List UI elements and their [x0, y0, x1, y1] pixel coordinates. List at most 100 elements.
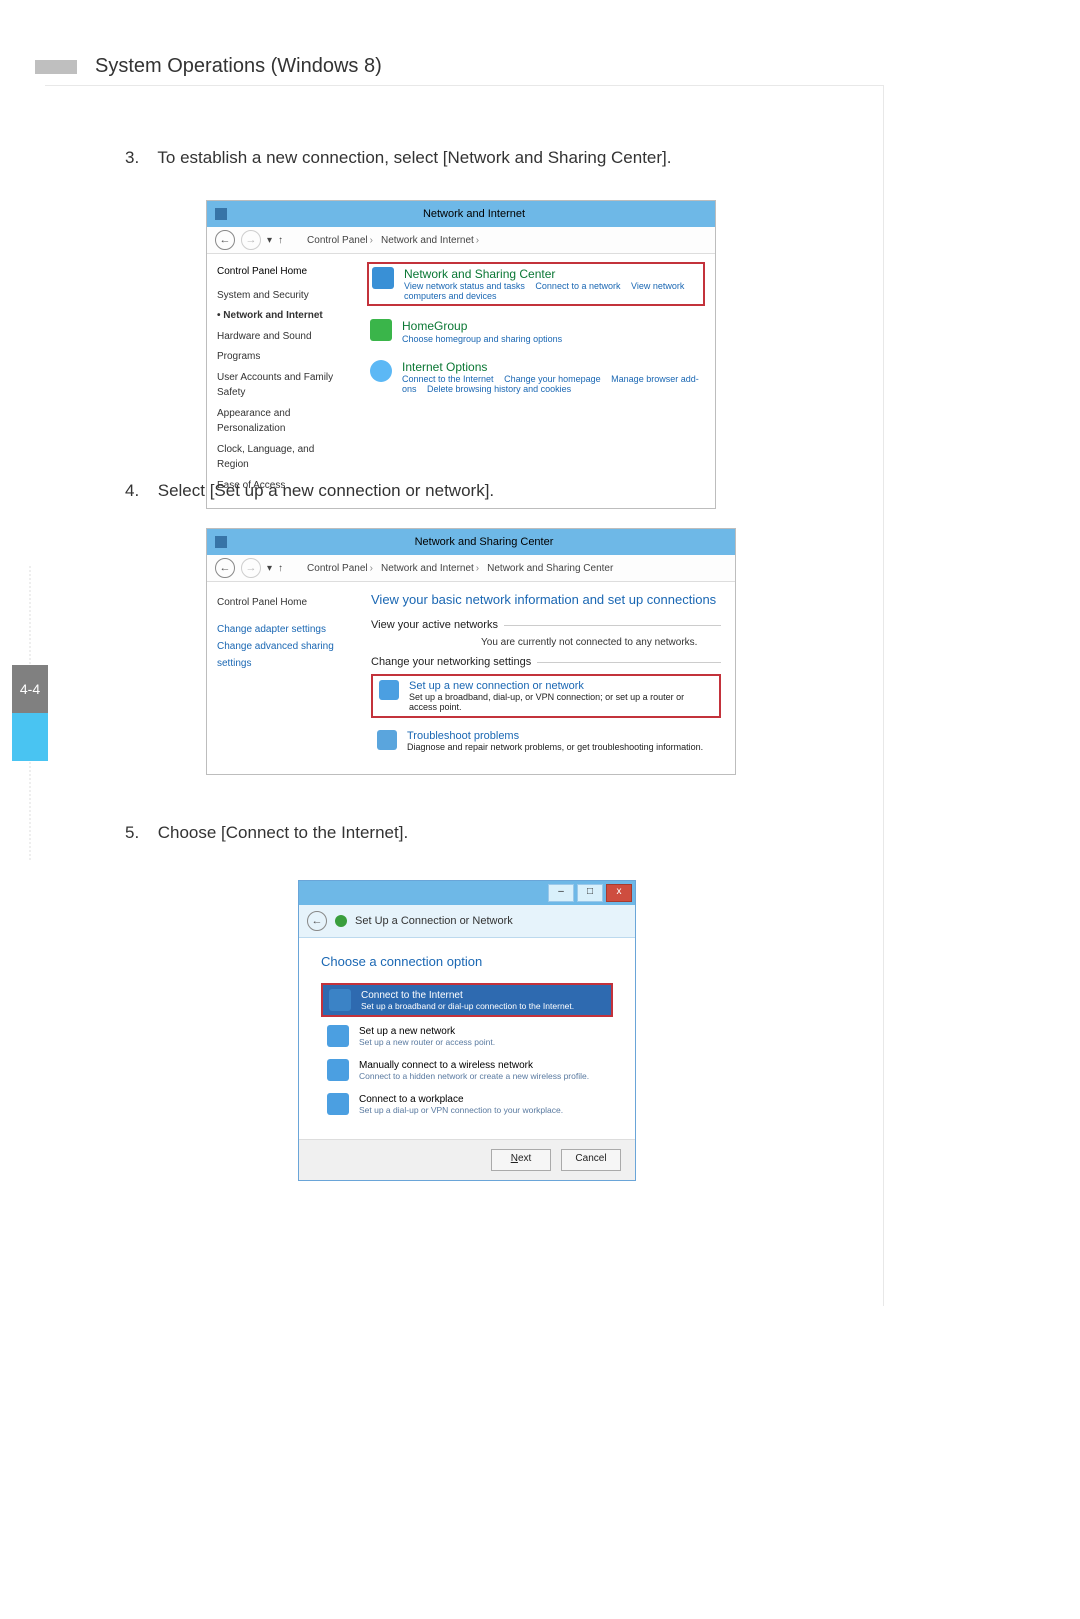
- back-button[interactable]: ←: [307, 911, 327, 931]
- option-subtitle: Connect to a hidden network or create a …: [359, 1071, 589, 1081]
- step-3-text: To establish a new connection, select [N…: [157, 148, 671, 167]
- window-body: Control Panel Home Change adapter settin…: [207, 582, 735, 774]
- sidebar-item-selected[interactable]: Network and Internet: [217, 308, 347, 324]
- breadcrumb-item[interactable]: Network and Sharing Center: [487, 563, 613, 574]
- section-active-networks: View your active networks: [371, 619, 721, 631]
- wizard-header: ← Set Up a Connection or Network: [299, 905, 635, 938]
- option-troubleshoot[interactable]: Troubleshoot problems Diagnose and repai…: [371, 726, 721, 756]
- step-4-number: 4.: [125, 478, 153, 504]
- up-button[interactable]: ↑: [278, 235, 283, 246]
- internet-options-icon: [370, 360, 392, 382]
- header-title: System Operations (Windows 8): [95, 55, 382, 78]
- main-pane: Network and Sharing Center View network …: [357, 254, 715, 508]
- cancel-button[interactable]: Cancel: [561, 1149, 621, 1171]
- category-links: Choose homegroup and sharing options: [402, 334, 570, 344]
- next-label: ext: [518, 1153, 531, 1164]
- option-connect-workplace[interactable]: Connect to a workplace Set up a dial-up …: [321, 1089, 613, 1119]
- forward-button[interactable]: →: [241, 558, 261, 578]
- sidebar-home[interactable]: Control Panel Home: [217, 264, 347, 280]
- category-link[interactable]: Choose homegroup and sharing options: [402, 334, 562, 344]
- option-setup-new-connection[interactable]: Set up a new connection or network Set u…: [371, 674, 721, 718]
- option-title: Connect to a workplace: [359, 1094, 563, 1105]
- side-dots-top: [29, 565, 31, 665]
- setup-connection-icon: [379, 680, 399, 700]
- step-5: 5. Choose [Connect to the Internet].: [125, 820, 885, 846]
- dropdown-chevron-icon[interactable]: ▾: [267, 235, 272, 246]
- breadcrumb-item[interactable]: Control Panel: [307, 563, 375, 574]
- up-button[interactable]: ↑: [278, 563, 283, 574]
- control-panel-icon: [289, 234, 301, 246]
- option-setup-new-network[interactable]: Set up a new network Set up a new router…: [321, 1021, 613, 1051]
- option-subtitle: Set up a new router or access point.: [359, 1037, 495, 1047]
- category-link[interactable]: View network status and tasks: [404, 281, 525, 291]
- document-page: System Operations (Windows 8) 4-4 3. To …: [0, 0, 1080, 1619]
- breadcrumb-item[interactable]: Control Panel: [307, 235, 375, 246]
- router-icon: [327, 1025, 349, 1047]
- window-title: Network and Sharing Center: [233, 536, 735, 548]
- sidebar: Control Panel Home Change adapter settin…: [207, 582, 357, 774]
- sidebar-item[interactable]: Programs: [217, 349, 347, 365]
- header-decor-bar: [35, 60, 77, 74]
- section-tab: [12, 713, 48, 761]
- sidebar-home[interactable]: Control Panel Home: [217, 594, 347, 611]
- page-number-tab: 4-4: [12, 665, 48, 713]
- control-panel-icon: [215, 208, 227, 220]
- dropdown-chevron-icon[interactable]: ▾: [267, 563, 272, 574]
- category-internet-options[interactable]: Internet Options Connect to the Internet…: [367, 357, 705, 397]
- section-label: Change your networking settings: [371, 656, 531, 668]
- minimize-button[interactable]: –: [548, 884, 574, 902]
- category-link[interactable]: Connect to a network: [535, 281, 620, 291]
- close-button[interactable]: x: [606, 884, 632, 902]
- page-header: System Operations (Windows 8): [35, 55, 382, 78]
- sidebar-item[interactable]: Appearance and Personalization: [217, 406, 347, 437]
- screenshot-network-sharing-center: Network and Sharing Center ← → ▾ ↑ Contr…: [206, 528, 736, 775]
- troubleshoot-icon: [377, 730, 397, 750]
- sidebar-item[interactable]: Hardware and Sound: [217, 329, 347, 345]
- main-heading: View your basic network information and …: [371, 592, 721, 607]
- back-button[interactable]: ←: [215, 558, 235, 578]
- control-panel-icon: [215, 536, 227, 548]
- main-pane: View your basic network information and …: [357, 582, 735, 774]
- option-title: Troubleshoot problems: [407, 730, 703, 742]
- option-subtitle: Set up a dial-up or VPN connection to yo…: [359, 1105, 563, 1115]
- wizard-body: Choose a connection option Connect to th…: [299, 938, 635, 1139]
- breadcrumb-bar: ← → ▾ ↑ Control Panel Network and Intern…: [207, 555, 735, 582]
- window-titlebar: Network and Internet: [207, 201, 715, 227]
- step-5-text: Choose [Connect to the Internet].: [158, 823, 408, 842]
- option-manual-wireless[interactable]: Manually connect to a wireless network C…: [321, 1055, 613, 1085]
- wireless-icon: [327, 1059, 349, 1081]
- option-connect-to-internet[interactable]: Connect to the Internet Set up a broadba…: [321, 983, 613, 1017]
- category-link[interactable]: Delete browsing history and cookies: [427, 384, 571, 394]
- option-title: Manually connect to a wireless network: [359, 1060, 589, 1071]
- option-subtitle: Diagnose and repair network problems, or…: [407, 742, 703, 752]
- homegroup-icon: [370, 319, 392, 341]
- category-title: Network and Sharing Center: [404, 267, 700, 281]
- back-button[interactable]: ←: [215, 230, 235, 250]
- category-homegroup[interactable]: HomeGroup Choose homegroup and sharing o…: [367, 316, 705, 346]
- sidebar-link[interactable]: Change adapter settings: [217, 621, 347, 638]
- globe-icon: [329, 989, 351, 1011]
- sidebar-link[interactable]: Change advanced sharing settings: [217, 638, 347, 672]
- breadcrumb-item[interactable]: Network and Internet: [381, 563, 481, 574]
- option-title: Set up a new network: [359, 1026, 495, 1037]
- control-panel-icon: [289, 562, 301, 574]
- category-link[interactable]: Connect to the Internet: [402, 374, 494, 384]
- option-subtitle: Set up a broadband, dial-up, or VPN conn…: [409, 692, 713, 712]
- category-links: Connect to the Internet Change your home…: [402, 374, 702, 394]
- wizard-heading: Choose a connection option: [321, 954, 613, 969]
- maximize-button[interactable]: □: [577, 884, 603, 902]
- network-sharing-icon: [372, 267, 394, 289]
- sidebar-item[interactable]: User Accounts and Family Safety: [217, 370, 347, 401]
- wizard-title: Set Up a Connection or Network: [355, 915, 513, 927]
- sidebar-item[interactable]: Clock, Language, and Region: [217, 442, 347, 473]
- next-button[interactable]: Next: [491, 1149, 551, 1171]
- wizard-footer: Next Cancel: [299, 1139, 635, 1180]
- category-link[interactable]: Change your homepage: [504, 374, 601, 384]
- side-page-tab: 4-4: [12, 565, 48, 861]
- forward-button[interactable]: →: [241, 230, 261, 250]
- window-titlebar: – □ x: [299, 881, 635, 905]
- breadcrumb-item[interactable]: Network and Internet: [381, 235, 481, 246]
- category-network-sharing-center[interactable]: Network and Sharing Center View network …: [367, 262, 705, 306]
- screenshot-network-and-internet: Network and Internet ← → ▾ ↑ Control Pan…: [206, 200, 716, 509]
- sidebar-item[interactable]: System and Security: [217, 288, 347, 304]
